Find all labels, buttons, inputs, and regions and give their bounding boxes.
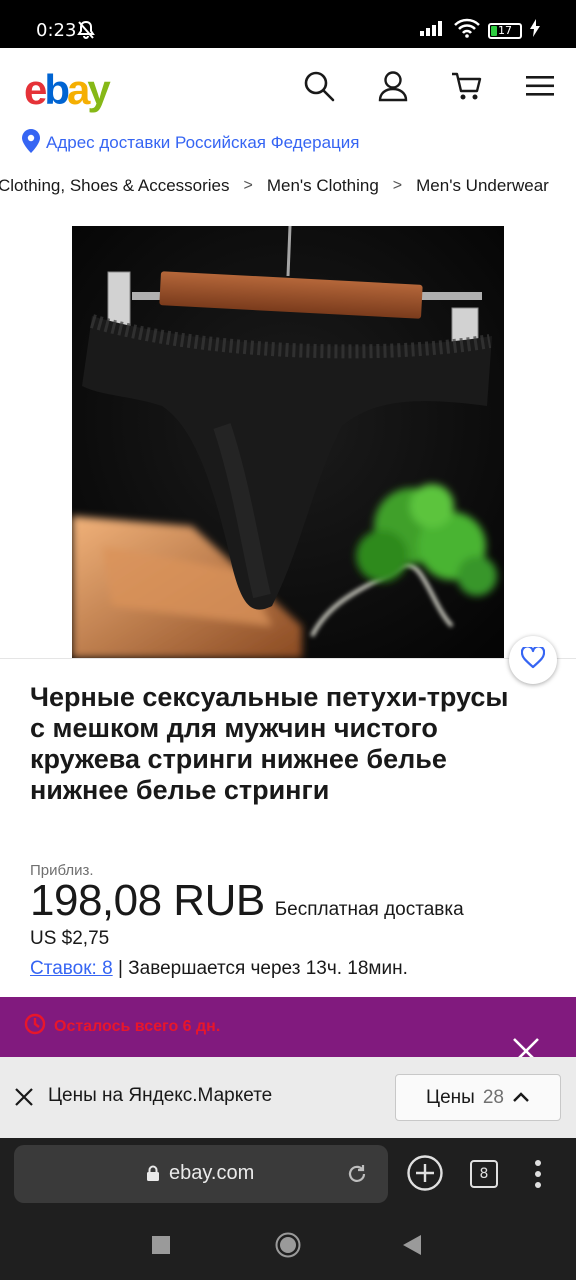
status-bar: 0:23 17 [0, 0, 576, 48]
close-icon[interactable] [12, 1085, 36, 1109]
battery-icon: 17 [488, 22, 522, 39]
divider [0, 658, 576, 659]
breadcrumb: Clothing, Shoes & Accessories > Men's Cl… [0, 172, 576, 202]
bids-info: Ставок: 8 | Завершается через 13ч. 18мин… [30, 958, 408, 980]
chevron-right-icon: > [243, 177, 253, 194]
system-navigation-bar [0, 1210, 576, 1280]
url-text: ebay.com [169, 1162, 255, 1184]
cart-icon[interactable] [449, 68, 485, 104]
auction-end-text: | Завершается через 13ч. 18мин. [112, 958, 408, 979]
tab-switcher-button[interactable]: 8 [470, 1160, 498, 1188]
more-vertical-icon[interactable] [534, 1160, 542, 1193]
usd-price: US $2,75 [30, 928, 110, 949]
product-title: Черные сексуальные петухи-трусы с мешком… [30, 682, 509, 805]
add-to-watchlist-button[interactable] [509, 636, 557, 684]
breadcrumb-item-mens-underwear[interactable]: Men's Underwear [416, 176, 549, 196]
signal-icon [420, 20, 446, 41]
yandex-market-text: Цены на Яндекс.Маркете [48, 1085, 273, 1106]
yandex-market-bar: Цены на Яндекс.Маркете Цены 28 [0, 1057, 576, 1138]
prices-label: Цены [426, 1086, 475, 1108]
shipping-info: Бесплатная доставка [274, 899, 464, 920]
recents-button[interactable] [152, 1236, 170, 1259]
price: 198,08 RUB [30, 876, 265, 925]
account-icon[interactable] [375, 68, 411, 104]
site-header: ebay [0, 48, 576, 128]
clock-icon [24, 1013, 46, 1040]
reload-icon[interactable] [346, 1163, 368, 1190]
lock-icon [146, 1165, 160, 1186]
delivery-location-text: Адрес доставки Российская Федерация [46, 133, 360, 152]
chevron-right-icon: > [392, 177, 403, 194]
heart-icon [520, 644, 546, 674]
breadcrumb-item-mens-clothing[interactable]: Men's Clothing [267, 176, 379, 196]
price-row: 198,08 RUB Бесплатная доставка [30, 876, 464, 926]
location-pin-icon [22, 128, 40, 158]
time-left-text: Осталось всего 6 дн. [54, 1017, 221, 1035]
product-image[interactable] [72, 226, 504, 658]
charging-icon [530, 19, 540, 42]
prices-count: 28 [482, 1086, 504, 1108]
clock: 0:23 [36, 20, 77, 41]
breadcrumb-item-clothing[interactable]: Clothing, Shoes & Accessories [0, 176, 230, 196]
browser-toolbar: ebay.com 8 [0, 1138, 576, 1210]
chevron-up-icon [512, 1087, 530, 1109]
time-left-banner: Осталось всего 6 дн. [0, 997, 576, 1064]
new-tab-icon[interactable] [406, 1154, 444, 1197]
wifi-icon [454, 18, 480, 43]
time-left-warning: Осталось всего 6 дн. [24, 1013, 220, 1040]
back-button[interactable] [403, 1235, 421, 1260]
address-bar[interactable]: ebay.com [14, 1145, 388, 1203]
home-button[interactable] [275, 1232, 301, 1263]
menu-icon[interactable] [522, 68, 558, 104]
bids-link[interactable]: Ставок: 8 [30, 958, 113, 979]
delivery-location[interactable]: Адрес доставки Российская Федерация [22, 128, 359, 158]
ebay-logo[interactable]: ebay [24, 66, 111, 114]
search-icon[interactable] [301, 68, 337, 104]
mute-icon [76, 20, 96, 45]
prices-button[interactable]: Цены 28 [395, 1074, 561, 1121]
